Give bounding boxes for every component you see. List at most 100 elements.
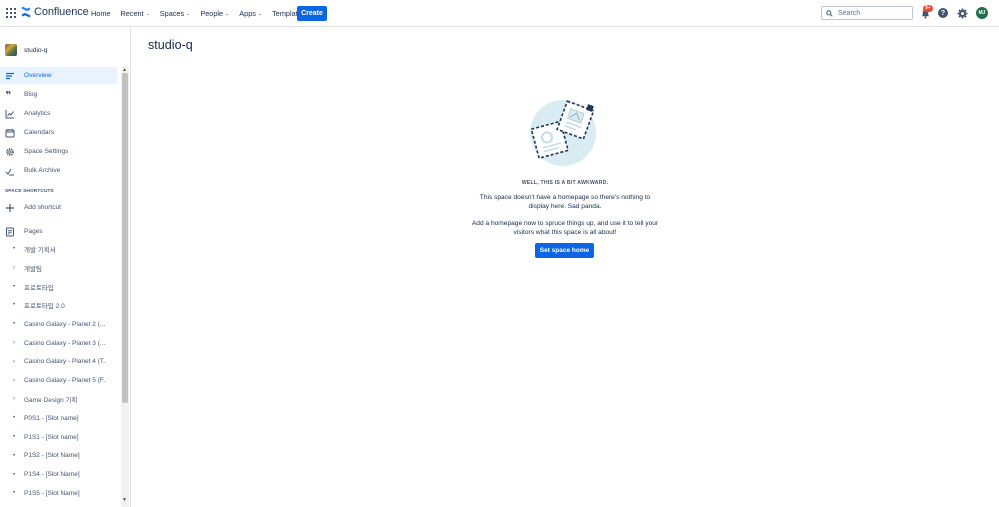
bullet-icon: • (13, 471, 16, 478)
notification-badge: 9+ (923, 5, 933, 12)
sidebar-item-pages[interactable]: Pages (0, 223, 117, 240)
top-navigation: Confluence Home Recent ⌄ Spaces ⌄ People ⌄ Apps… (0, 0, 999, 27)
page-title: studio-q (148, 38, 193, 52)
app-switcher-icon[interactable] (6, 8, 16, 18)
pages-label: Pages (24, 228, 43, 235)
bullet-icon: • (13, 490, 16, 497)
page-tree-item[interactable]: • P1S2 - [Slot Name] (0, 448, 117, 464)
sidebar-item-bulk-archive[interactable]: Bulk Archive (0, 162, 117, 179)
sidebar: studio-q Overview ❞ Blog Analytics Calendars… (0, 27, 131, 507)
chevron-down-icon: ⌄ (145, 10, 150, 17)
page-tree-item[interactable]: • 개발 기획서 (0, 241, 117, 257)
page-tree-item[interactable]: › Casino Galaxy - Planet 4 (T... (0, 354, 117, 370)
user-avatar[interactable]: MJ (976, 7, 988, 19)
page-tree-item[interactable]: • P1S4 - [Slot Name] (0, 467, 117, 483)
page-tree-item[interactable]: • P1S1 - [Slot name] (0, 429, 117, 445)
confluence-logo[interactable]: Confluence (21, 6, 89, 18)
calendar-icon (5, 128, 15, 138)
sidebar-scrollbar-thumb[interactable] (122, 73, 128, 403)
sidebar-item-overview[interactable]: Overview (0, 67, 117, 84)
empty-state-hint: Add a homepage now to spruce things up, … (471, 220, 659, 236)
nav-people[interactable]: People ⌄ (195, 0, 234, 27)
page-tree-item[interactable]: • 프로토타입 (0, 279, 117, 295)
chevron-right-icon[interactable]: › (13, 340, 15, 346)
nav-home[interactable]: Home (86, 0, 115, 27)
space-header[interactable]: studio-q (5, 44, 47, 56)
page-tree-label: Casino Galaxy - Planet 5 (F... (24, 377, 106, 385)
confluence-logo-icon (21, 6, 31, 18)
bullet-icon: • (13, 246, 16, 252)
page-tree-item[interactable]: • P1S5 - [Slot Name] (0, 485, 117, 501)
gear-icon (956, 7, 968, 19)
page-tree-label: Casino Galaxy - Planet 3 (... (24, 339, 106, 347)
scroll-down-icon[interactable]: ▼ (122, 497, 127, 503)
nav-apps[interactable]: Apps ⌄ (234, 0, 267, 27)
page-tree-label: 프로토타입 (24, 284, 54, 292)
nav-label: Spaces (159, 9, 185, 18)
svg-text:❞: ❞ (6, 90, 12, 100)
page-tree-item[interactable]: • P0S1 - [Slot name] (0, 410, 117, 426)
page-tree-item[interactable]: • 프로토타입 2.0 (0, 297, 117, 313)
create-button[interactable]: Create (297, 6, 327, 21)
sidebar-item-label: Analytics (24, 110, 51, 117)
nav-label: Recent (120, 9, 144, 18)
nav-label: Home (91, 9, 111, 18)
nav-label: Apps (239, 9, 256, 18)
page-tree-label: Casino Galaxy - Planet 4 (T... (24, 358, 106, 366)
help-button[interactable]: ? (937, 7, 949, 19)
primary-nav: Home Recent ⌄ Spaces ⌄ People ⌄ Apps ⌄ Templates (86, 0, 310, 27)
chevron-right-icon[interactable]: › (13, 265, 15, 271)
empty-state-heading: WELL, THIS IS A BIT AWKWARD. (521, 180, 609, 186)
sidebar-item-analytics[interactable]: Analytics (0, 105, 117, 122)
add-shortcut-button[interactable]: Add shortcut (0, 199, 117, 216)
pages-icon (5, 227, 15, 237)
empty-state-message: This space doesn't have a homepage so th… (479, 194, 651, 210)
page-tree-label: P1S4 - [Slot Name] (24, 471, 80, 479)
sidebar-item-label: Space Settings (24, 148, 69, 155)
search-icon (826, 9, 833, 17)
chevron-down-icon: ⌄ (186, 10, 191, 17)
chevron-right-icon[interactable]: › (13, 378, 15, 384)
add-shortcut-label: Add shortcut (24, 204, 62, 211)
page-tree-item[interactable]: › Casino Galaxy - Planet 5 (F... (0, 373, 117, 389)
search-placeholder: Search (838, 9, 861, 17)
chevron-right-icon[interactable]: › (13, 359, 15, 365)
page-tree-label: Casino Galaxy - Planet 2 (... (24, 320, 106, 328)
archive-icon (5, 166, 15, 176)
search-input[interactable]: Search (821, 6, 913, 20)
empty-state-illustration (530, 100, 596, 166)
plus-icon (5, 203, 15, 213)
sidebar-item-label: Blog (24, 91, 38, 98)
page-tree-item[interactable]: › 개발팀 (0, 260, 117, 276)
space-avatar (5, 44, 17, 56)
page-tree-label: Game Design 기획 (24, 397, 78, 405)
sidebar-item-space-settings[interactable]: Space Settings (0, 143, 117, 160)
gear-icon (5, 147, 15, 157)
bullet-icon: • (13, 321, 16, 328)
page-tree-item[interactable]: › Casino Galaxy - Planet 3 (... (0, 335, 117, 351)
sidebar-item-label: Calendars (24, 129, 55, 136)
bullet-icon: • (13, 434, 16, 440)
nav-label: People (200, 9, 224, 18)
scroll-up-icon[interactable]: ▲ (122, 67, 127, 73)
page-tree-item[interactable]: • Casino Galaxy - Planet 2 (... (0, 316, 117, 332)
help-icon: ? (938, 8, 948, 18)
chevron-down-icon: ⌄ (225, 10, 230, 17)
logo-text: Confluence (34, 6, 89, 18)
settings-button[interactable] (956, 7, 968, 19)
nav-recent[interactable]: Recent ⌄ (115, 0, 154, 27)
bullet-icon: • (13, 415, 16, 422)
page-tree-label: P1S5 - [Slot Name] (24, 489, 80, 497)
overview-icon (5, 71, 15, 81)
sidebar-item-label: Bulk Archive (24, 167, 61, 174)
page-tree-item[interactable]: › Game Design 기획 (0, 391, 117, 407)
nav-spaces[interactable]: Spaces ⌄ (155, 0, 196, 27)
page-tree-label: 개발 기획서 (24, 247, 56, 254)
page-tree-label: P1S2 - [Slot Name] (24, 452, 80, 460)
sidebar-item-calendars[interactable]: Calendars (0, 124, 117, 141)
bullet-icon: • (13, 283, 16, 290)
chevron-right-icon[interactable]: › (13, 396, 15, 402)
set-space-home-button[interactable]: Set space home (535, 243, 594, 258)
page-tree-label: 개발팀 (24, 265, 42, 273)
sidebar-item-blog[interactable]: ❞ Blog (0, 86, 117, 103)
